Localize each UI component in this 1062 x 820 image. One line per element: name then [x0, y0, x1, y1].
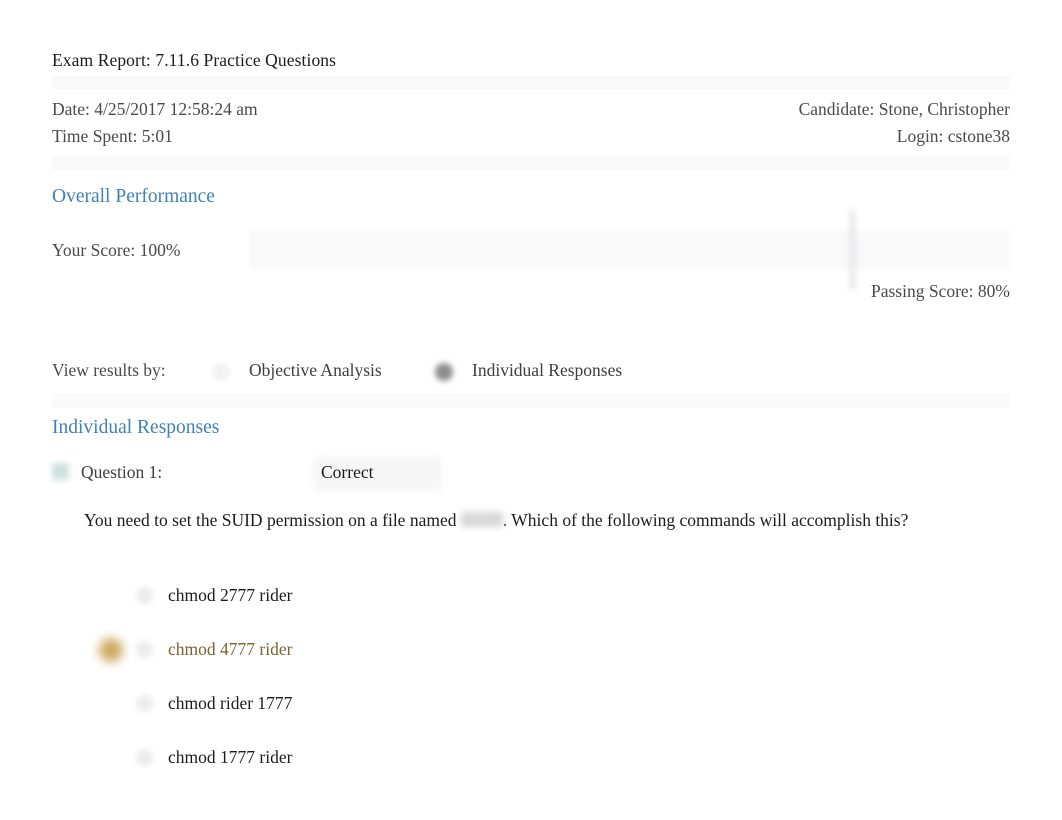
question-text: You need to set the SUID permission on a… [84, 507, 984, 533]
divider-top [52, 76, 1010, 89]
radio-objective-analysis[interactable] [212, 363, 230, 381]
your-score-label: Your Score: 100% [52, 240, 181, 260]
radio-label-individual-responses[interactable]: Individual Responses [472, 360, 622, 381]
overall-performance-heading: Overall Performance [52, 186, 215, 207]
radio-label-objective-analysis[interactable]: Objective Analysis [249, 360, 382, 381]
divider-under-meta [52, 157, 1010, 170]
answer-radio-1[interactable] [136, 587, 153, 604]
answer-label-4[interactable]: chmod 1777 rider [168, 742, 292, 772]
redacted-filename-icon [460, 512, 503, 527]
answer-radio-3[interactable] [136, 695, 153, 712]
score-progress-fill [251, 232, 1004, 268]
individual-responses-heading: Individual Responses [52, 417, 220, 438]
question-number: Question 1: [81, 462, 163, 482]
status-badge: Correct [321, 462, 374, 482]
passing-score-marker [850, 210, 855, 290]
exam-report-page: Exam Report: 7.11.6 Practice Questions D… [0, 0, 1062, 820]
answer-label-3[interactable]: chmod rider 1777 [168, 688, 292, 718]
score-progress-bar [250, 210, 1010, 290]
correct-answer-marker-icon [99, 638, 123, 662]
answer-radio-2[interactable] [136, 641, 153, 658]
question-text-before: You need to set the SUID permission on a… [84, 510, 457, 530]
login-id: Login: cstone38 [896, 126, 1010, 146]
question-text-after: . Which of the following commands will a… [502, 510, 909, 530]
answer-label-1[interactable]: chmod 2777 rider [168, 580, 292, 610]
passing-score-label: Passing Score: 80% [870, 281, 1010, 301]
exam-date: Date: 4/25/2017 12:58:24 am [52, 99, 258, 119]
answer-label-2[interactable]: chmod 4777 rider [168, 634, 292, 664]
view-results-by-label: View results by: [52, 360, 166, 380]
divider-under-view-results [52, 394, 1010, 407]
correct-square-icon [52, 463, 69, 480]
candidate-name: Candidate: Stone, Christopher [798, 99, 1010, 119]
page-title: Exam Report: 7.11.6 Practice Questions [52, 50, 337, 70]
answer-radio-4[interactable] [136, 749, 153, 766]
time-spent: Time Spent: 5:01 [52, 126, 173, 146]
radio-individual-responses[interactable] [435, 363, 453, 381]
